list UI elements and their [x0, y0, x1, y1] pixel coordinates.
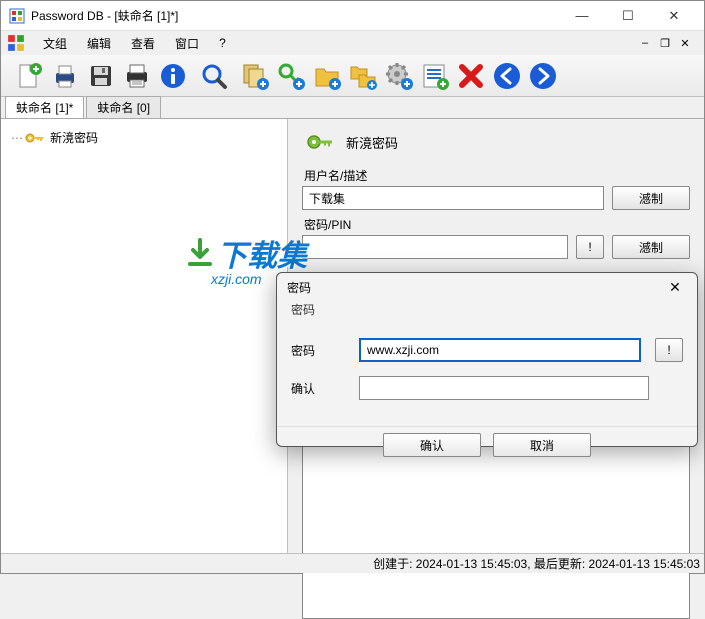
detail-header: 新滰密码 [302, 127, 690, 163]
mdi-close-button[interactable]: ✕ [678, 36, 692, 50]
info-button[interactable] [156, 59, 190, 93]
menu-edit[interactable]: 编辑 [77, 35, 121, 52]
password-input[interactable] [302, 235, 568, 259]
print-button[interactable] [48, 59, 82, 93]
key-icon [306, 131, 334, 153]
document-tabs: 蚨命名 [1]* 蚨命名 [0] [1, 97, 704, 119]
menu-file[interactable]: 文组 [33, 35, 77, 52]
print-preview-button[interactable] [120, 59, 154, 93]
new-folder-button[interactable] [310, 59, 344, 93]
password-row: ! 澸制 [302, 235, 690, 259]
dialog-password-input[interactable] [359, 338, 641, 362]
menu-window[interactable]: 窗口 [165, 35, 209, 52]
username-row: 澸制 [302, 186, 690, 210]
window-title: Password DB - [蚨命名 [1]*] [31, 7, 568, 24]
toolbar [1, 55, 704, 97]
close-button[interactable]: ✕ [660, 6, 688, 26]
menu-help[interactable]: ? [209, 36, 236, 50]
tree-item-label: 新滰密码 [50, 129, 98, 146]
dialog-button-row: 确认 取消 [277, 426, 697, 467]
mdi-restore-button[interactable]: ❐ [658, 36, 672, 50]
status-bar: 创建于: 2024-01-13 15:45:03, 最后更新: 2024-01-… [1, 553, 704, 573]
tab-unnamed-1[interactable]: 蚨命名 [1]* [5, 96, 84, 118]
password-label: 密码/PIN [304, 216, 690, 233]
username-input[interactable] [302, 186, 604, 210]
dialog-cancel-button[interactable]: 取消 [493, 433, 591, 457]
save-button[interactable] [84, 59, 118, 93]
dialog-confirm-row: 确认 [291, 376, 683, 400]
tree-item-new-password[interactable]: ⋯ 新滰密码 [7, 127, 281, 148]
menu-bar: 文组 编辑 查看 窗口 ? – ❐ ✕ [1, 31, 704, 55]
dialog-password-label: 密码 [291, 342, 345, 359]
search-button[interactable] [197, 59, 231, 93]
copy-username-button[interactable]: 澸制 [612, 186, 690, 210]
list-add-button[interactable] [418, 59, 452, 93]
new-subfolder-button[interactable] [346, 59, 380, 93]
username-label: 用户名/描述 [304, 167, 690, 184]
tree-panel: ⋯ 新滰密码 [1, 119, 288, 555]
tree-connector: ⋯ [11, 131, 22, 145]
dialog-subtitle: 密码 [277, 301, 697, 326]
reveal-password-button[interactable]: ! [576, 235, 604, 259]
menu-view[interactable]: 查看 [121, 35, 165, 52]
new-db-button[interactable] [12, 59, 46, 93]
entry-title: 新滰密码 [346, 133, 398, 152]
tab-unnamed-0[interactable]: 蚨命名 [0] [86, 96, 161, 118]
window-controls: — ☐ ✕ [568, 6, 688, 26]
title-bar: Password DB - [蚨命名 [1]*] — ☐ ✕ [1, 1, 704, 31]
maximize-button[interactable]: ☐ [614, 6, 642, 26]
minimize-button[interactable]: — [568, 6, 596, 26]
copy-entry-button[interactable] [238, 59, 272, 93]
new-key-button[interactable] [274, 59, 308, 93]
next-button[interactable] [526, 59, 560, 93]
dialog-confirm-label: 确认 [291, 380, 345, 397]
mdi-minimize-button[interactable]: – [638, 36, 652, 50]
app-icon [9, 8, 25, 24]
previous-button[interactable] [490, 59, 524, 93]
dialog-confirm-input[interactable] [359, 376, 649, 400]
key-icon [24, 130, 46, 146]
app-menu-icon [7, 34, 25, 52]
status-text: 创建于: 2024-01-13 15:45:03, 最后更新: 2024-01-… [373, 555, 700, 572]
dialog-ok-button[interactable]: 确认 [383, 433, 481, 457]
dialog-password-row: 密码 ! [291, 338, 683, 362]
password-dialog: 密码 ✕ 密码 密码 ! 确认 确认 取消 [276, 272, 698, 447]
dialog-titlebar: 密码 ✕ [277, 273, 697, 301]
copy-password-button[interactable]: 澸制 [612, 235, 690, 259]
delete-button[interactable] [454, 59, 488, 93]
dialog-body: 密码 ! 确认 [277, 326, 697, 426]
dialog-reveal-button[interactable]: ! [655, 338, 683, 362]
dialog-close-button[interactable]: ✕ [663, 279, 687, 296]
dialog-title: 密码 [287, 279, 311, 296]
settings-add-button[interactable] [382, 59, 416, 93]
mdi-controls: – ❐ ✕ [638, 36, 698, 50]
